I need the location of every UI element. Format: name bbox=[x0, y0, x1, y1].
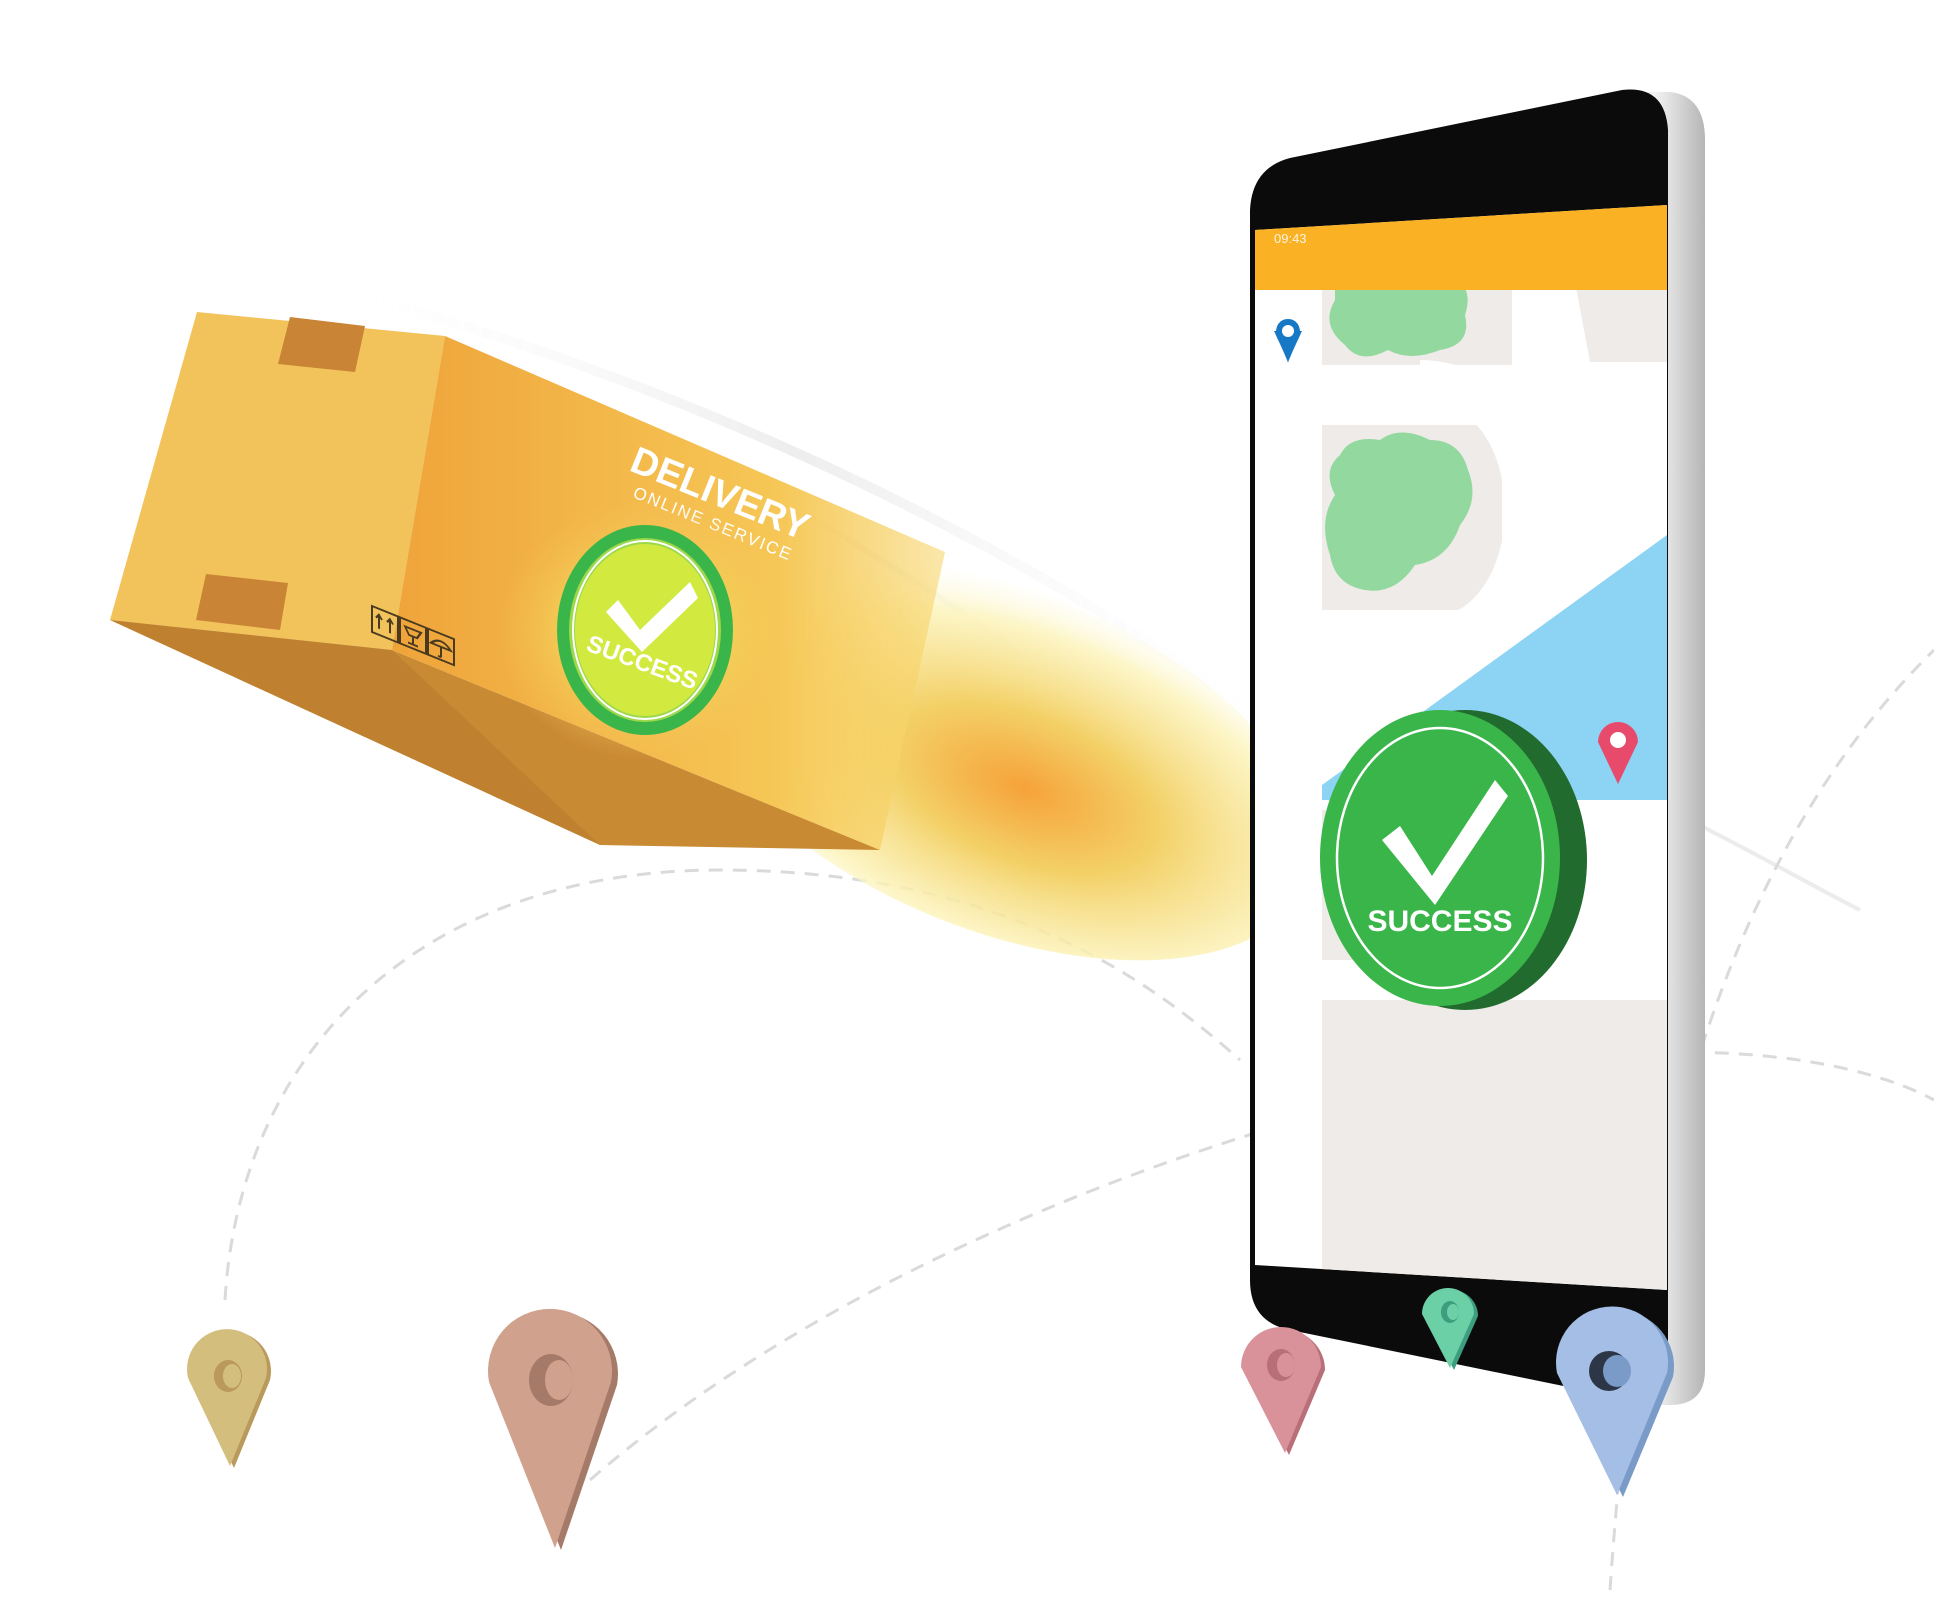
status-time: 09:43 bbox=[1274, 231, 1307, 246]
delivery-illustration: DELIVERY ONLINE SERVICE SUCCESS bbox=[110, 89, 1934, 1591]
package-success-badge: SUCCESS bbox=[557, 525, 733, 735]
box-tape-top bbox=[278, 317, 365, 372]
pin-brown-icon bbox=[488, 1308, 618, 1550]
pin-pink-icon bbox=[1241, 1327, 1325, 1455]
phone-badge-label: SUCCESS bbox=[1367, 905, 1512, 938]
pin-blue-icon bbox=[1556, 1306, 1674, 1497]
pin-tan-icon bbox=[187, 1329, 271, 1468]
delivery-package: DELIVERY ONLINE SERVICE SUCCESS bbox=[110, 312, 945, 850]
box-tape-bottom bbox=[196, 574, 288, 630]
map-block bbox=[1322, 1000, 1667, 1290]
phone-success-badge: SUCCESS bbox=[1320, 710, 1587, 1010]
